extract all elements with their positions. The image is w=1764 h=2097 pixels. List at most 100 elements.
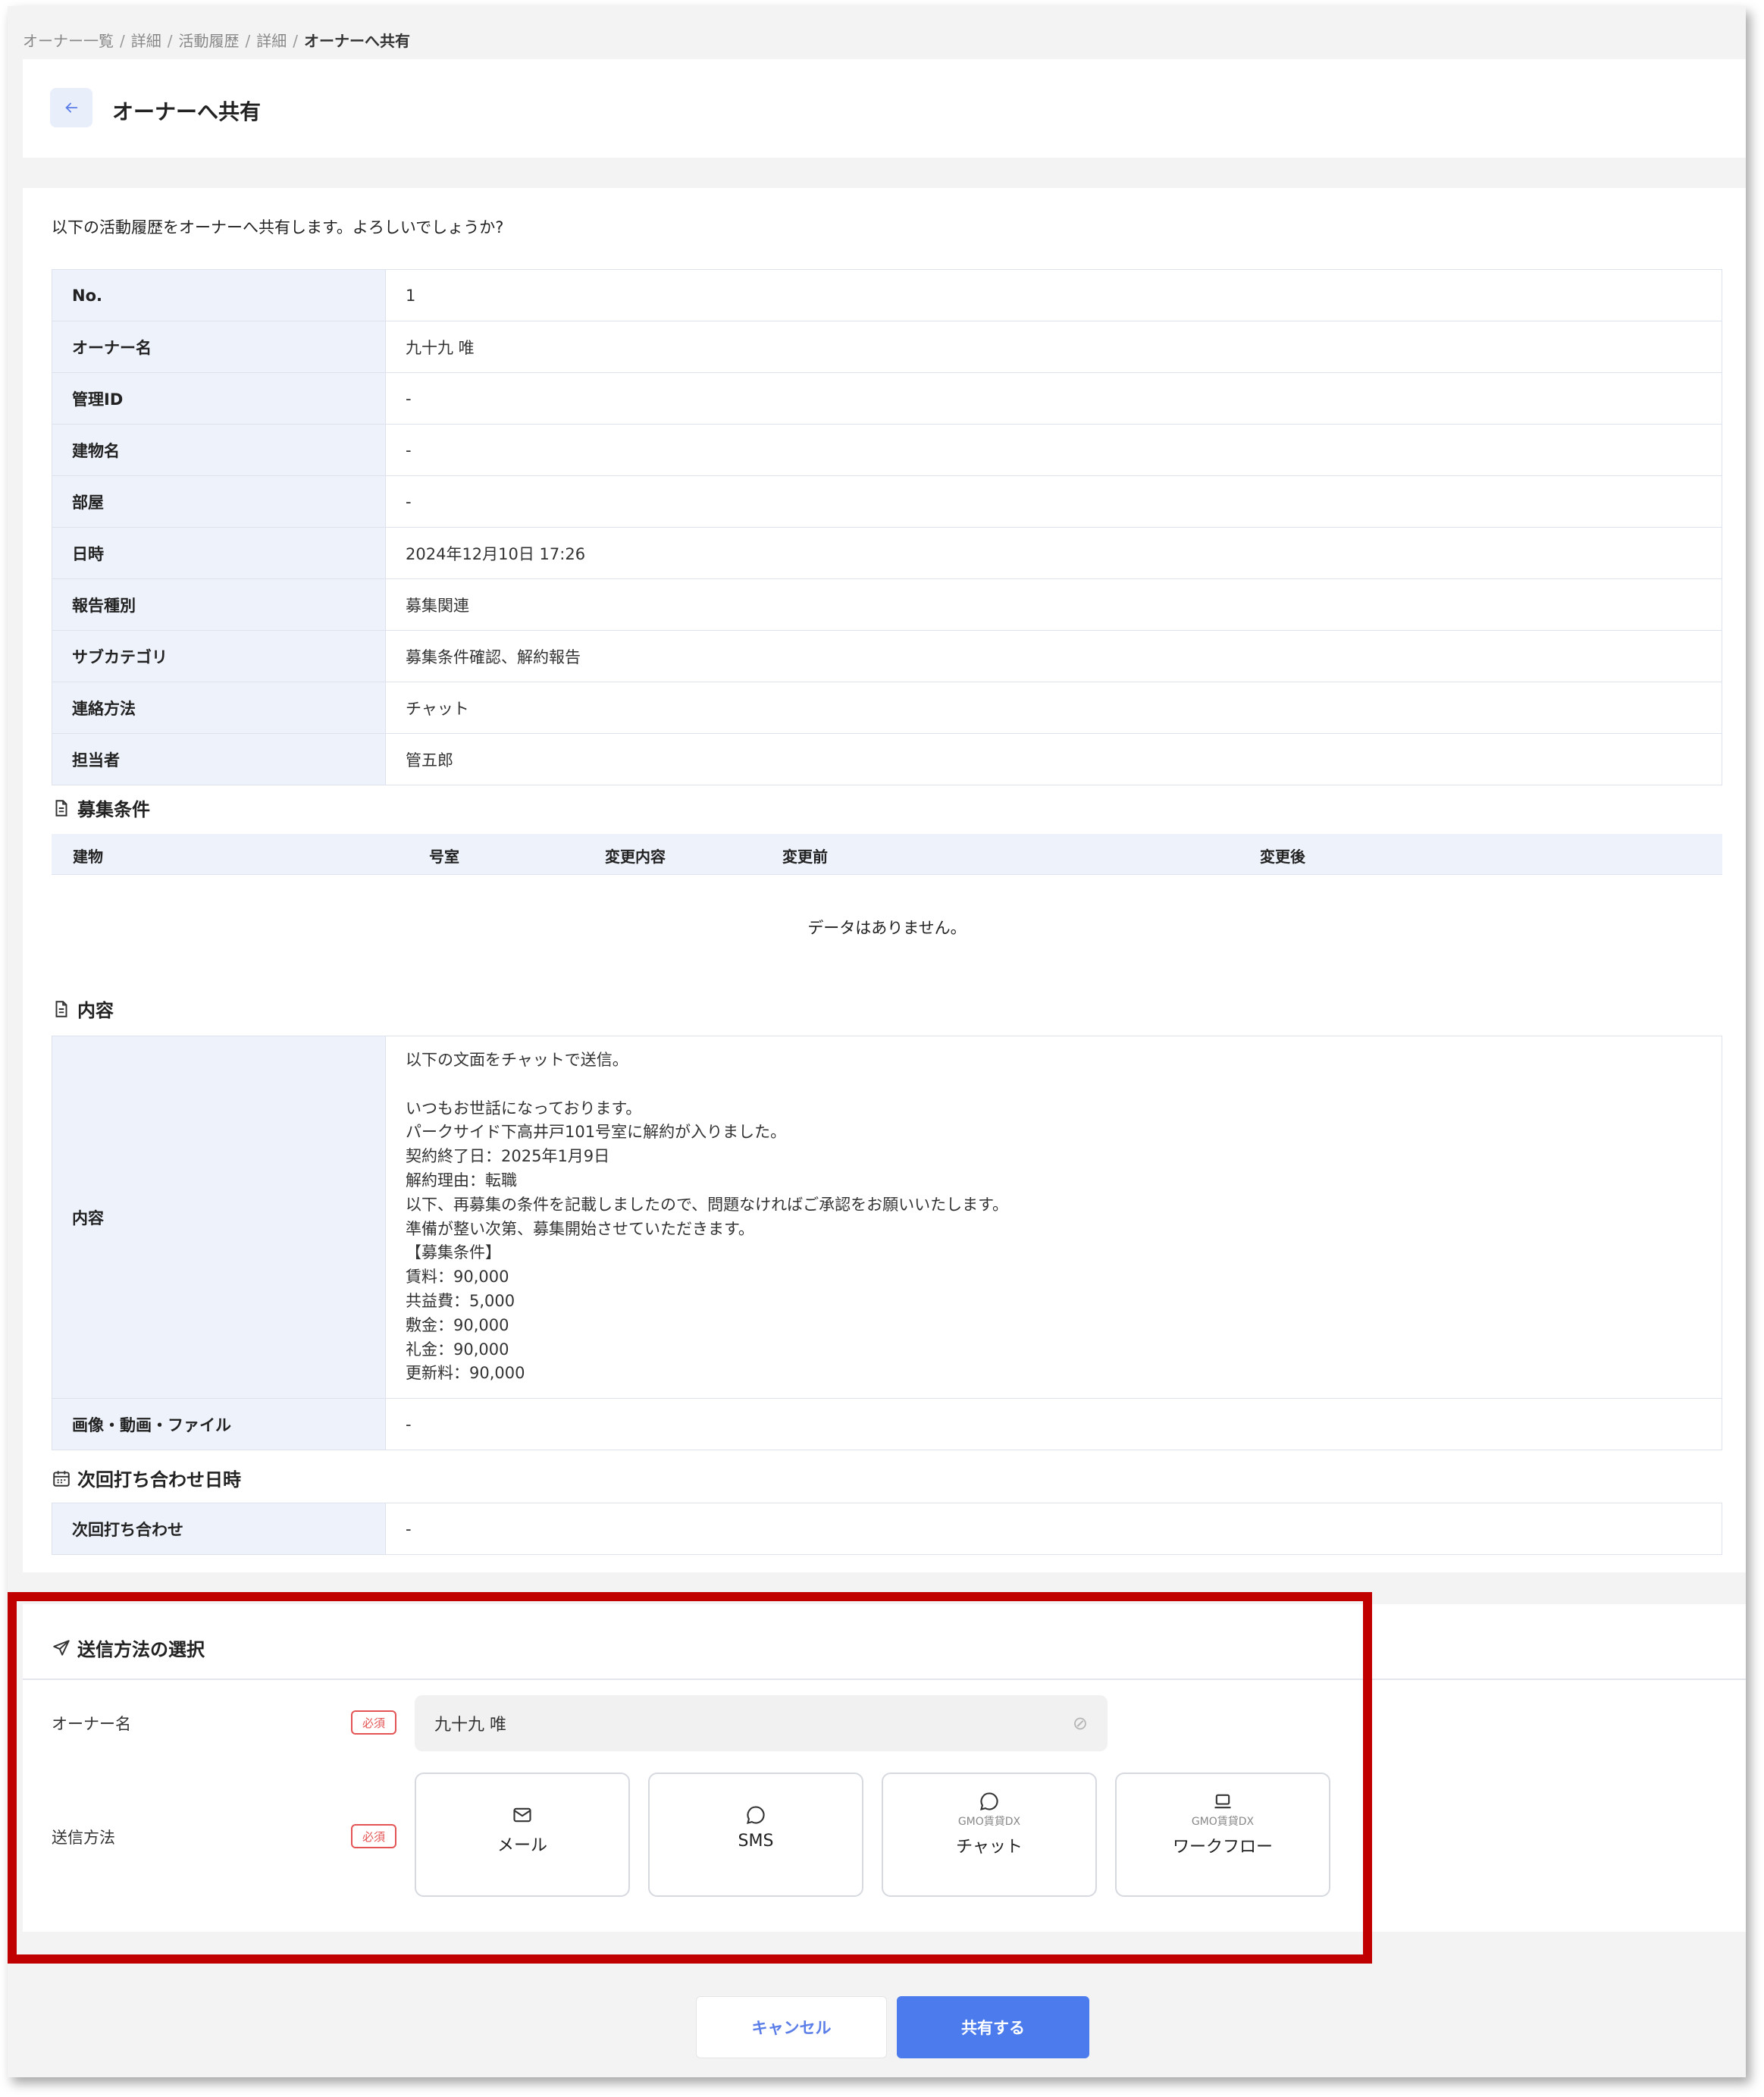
next-meeting-label: 次回打ち合わせ [52,1503,386,1555]
content-line: 契約終了日：2025年1月9日 [406,1147,610,1166]
arrow-left-icon [65,102,78,113]
content-label: 内容 [52,1036,386,1399]
recruit-section-label: 募集条件 [77,799,150,820]
required-badge: 必須 [351,1710,396,1735]
info-label: 建物名 [52,424,386,476]
owner-field-label: オーナー名 [52,1715,131,1733]
method-sms-label: SMS [738,1832,774,1851]
info-value: 募集関連 [385,578,1722,631]
breadcrumb-separator: / [167,32,173,50]
next-meeting-section-title: 次回打ち合わせ日時 [52,1465,241,1491]
method-chat-label: チャット [956,1838,1023,1857]
info-value: 九十九 唯 [385,321,1722,373]
content-line: 礼金：90,000 [406,1340,509,1359]
info-value: チャット [385,682,1722,734]
info-label: 報告種別 [52,578,386,631]
owner-name-value: 九十九 唯 [434,1716,506,1735]
chat-bubble-icon [747,1806,765,1824]
page-title: オーナーへ共有 [112,99,262,124]
cancel-button[interactable]: キャンセル [696,1996,887,2058]
activity-info-table: No. 1 オーナー名 九十九 唯管理ID - 建物名 - 部屋 - 日時 2024年12月10日 … [52,269,1722,785]
recruit-table-header: 建物 号室 変更内容 変更前 変更後 [52,834,1722,875]
content-line: 【募集条件】 [406,1243,501,1262]
info-row: 日時 2024年12月10日 17:26 [52,527,1722,579]
info-label: 部屋 [52,475,386,528]
method-field-label: 送信方法 [52,1829,115,1847]
intro-text: 以下の活動履歴をオーナーへ共有します。よろしいでしょうか? [52,218,504,237]
method-mail-button[interactable]: メール [415,1773,630,1897]
media-label: 画像・動画・ファイル [52,1398,386,1450]
content-line: 更新料：90,000 [406,1364,525,1383]
breadcrumb-separator: / [120,32,125,50]
document-icon [55,799,67,817]
breadcrumb-separator: / [245,32,251,50]
col-building: 建物 [73,848,103,866]
content-line: 解約理由：転職 [406,1171,517,1190]
content-section-title: 内容 [52,995,114,1022]
info-row: サブカテゴリ 募集条件確認、解約報告 [52,630,1722,682]
next-meeting-row: 次回打ち合わせ - [52,1503,1722,1555]
content-body: 以下の文面をチャットで送信。 いつもお世話になっております。 パークサイド下高井戸… [385,1036,1722,1399]
col-after: 変更後 [1260,848,1305,866]
empty-message: データはありません。 [807,919,967,937]
breadcrumb-current: オーナーへ共有 [304,32,410,50]
media-row: 画像・動画・ファイル - [52,1398,1722,1450]
info-row: 建物名 - [52,424,1722,476]
next-meeting-section-label: 次回打ち合わせ日時 [77,1469,241,1490]
owner-name-input[interactable]: 九十九 唯 ⊘ [415,1695,1108,1751]
ban-icon: ⊘ [1072,1713,1088,1734]
send-section-label: 送信方法の選択 [77,1639,205,1660]
info-label: 担当者 [52,733,386,785]
content-line: 賃料：90,000 [406,1268,509,1287]
breadcrumb-activity-history[interactable]: 活動履歴 [179,32,240,50]
breadcrumb-separator: / [293,32,298,50]
info-row: 管理ID - [52,372,1722,425]
info-row: 部屋 - [52,475,1722,528]
method-mail-label: メール [497,1836,547,1855]
next-meeting-table: 次回打ち合わせ - [52,1503,1722,1555]
activity-detail-card: 以下の活動履歴をオーナーへ共有します。よろしいでしょうか? No. 1 オーナー名九… [23,188,1746,1572]
breadcrumb-activity-detail[interactable]: 詳細 [256,32,287,50]
col-change-content: 変更内容 [605,848,666,866]
info-label: 日時 [52,527,386,579]
chat-bubble-icon [980,1792,998,1810]
info-row: オーナー名 九十九 唯 [52,321,1722,373]
send-method-header: 送信方法の選択 [23,1604,1746,1680]
content-table: 内容 以下の文面をチャットで送信。 いつもお世話になっております。 パークサイド下… [52,1036,1722,1450]
content-line: 敷金：90,000 [406,1315,509,1334]
breadcrumb: オーナー一覧 / 詳細 / 活動履歴 / 詳細 / オーナーへ共有 [23,29,410,51]
info-label: サブカテゴリ [52,630,386,682]
info-label: No. [52,269,386,321]
laptop-icon [1214,1794,1231,1809]
breadcrumb-detail[interactable]: 詳細 [131,32,161,50]
info-label: 管理ID [52,372,386,425]
method-chat-button[interactable]: GMO賃貸DX チャット [882,1773,1097,1897]
content-line: いつもお世話になっております。 [406,1099,642,1117]
method-sms-button[interactable]: SMS [648,1773,863,1897]
info-value: 2024年12月10日 17:26 [385,527,1722,579]
share-button[interactable]: 共有する [897,1996,1089,2058]
method-workflow-provider: GMO賃貸DX [1191,1816,1255,1828]
info-row: 報告種別 募集関連 [52,578,1722,631]
info-label: オーナー名 [52,321,386,373]
content-line: パークサイド下高井戸101号室に解約が入りました。 [406,1123,787,1142]
next-meeting-value: - [385,1503,1722,1555]
back-button[interactable] [50,88,92,127]
info-value: - [385,475,1722,528]
document-icon [55,1000,67,1017]
info-label: 連絡方法 [52,682,386,734]
col-before: 変更前 [782,848,828,866]
content-line: 以下、再募集の条件を記載しましたので、問題なければご承認をお願いいたします。 [406,1195,1009,1214]
page: オーナー一覧 / 詳細 / 活動履歴 / 詳細 / オーナーへ共有 オーナーへ共有 以下の活動履… [8,6,1746,2077]
media-value: - [385,1398,1722,1450]
info-value: 1 [385,269,1722,321]
content-line: 共益費：5,000 [406,1291,515,1310]
content-section-label: 内容 [77,1000,114,1021]
content-line: 準備が整い次第、募集開始させていただきます。 [406,1219,754,1238]
send-icon [53,1639,70,1656]
col-room: 号室 [429,848,459,866]
method-workflow-button[interactable]: GMO賃貸DX ワークフロー [1115,1773,1330,1897]
method-chat-provider: GMO賃貸DX [957,1816,1021,1828]
content-line [406,1073,1702,1097]
breadcrumb-owner-list[interactable]: オーナー一覧 [23,32,114,50]
